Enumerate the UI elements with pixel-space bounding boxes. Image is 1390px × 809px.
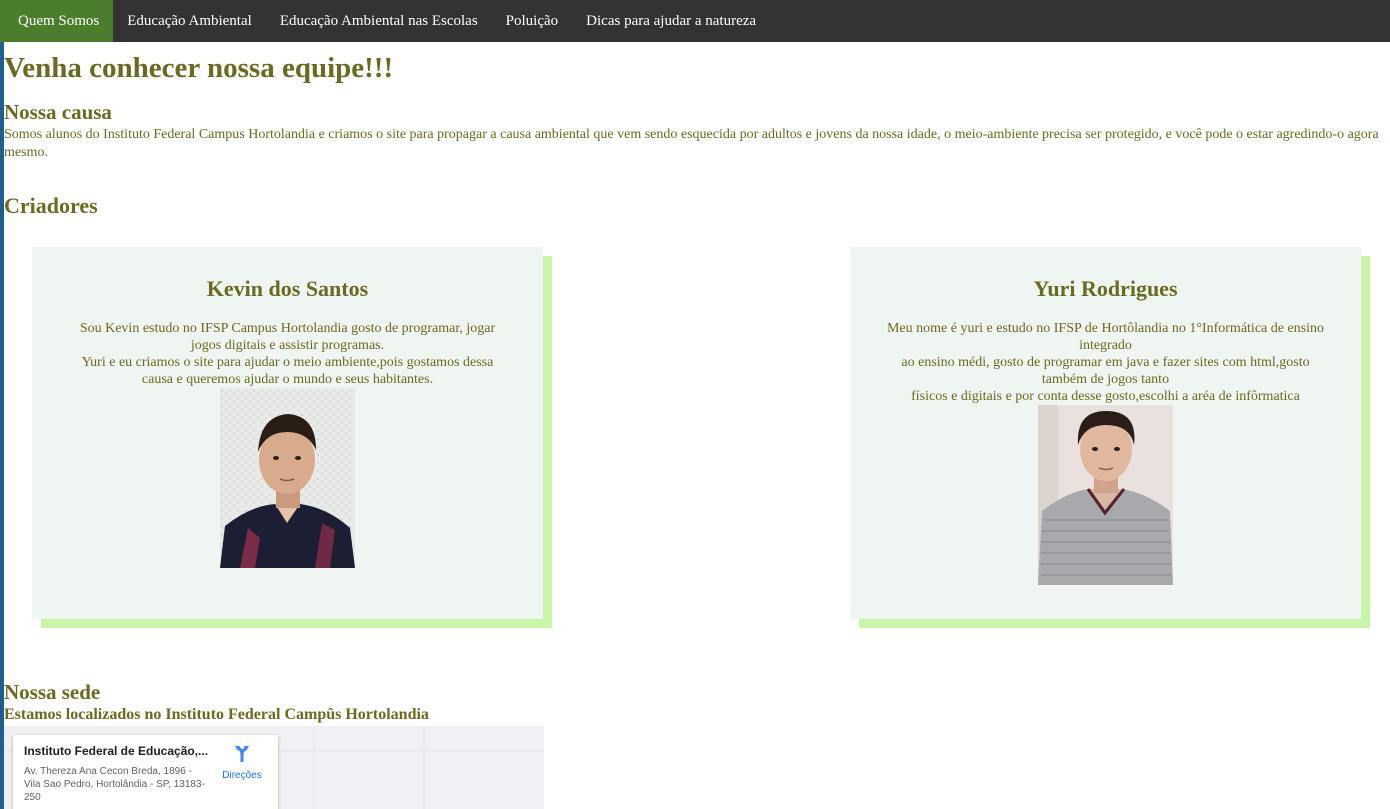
- map-place-card: Instituto Federal de Educação,... Av. Th…: [13, 735, 278, 809]
- nav-item-poluicao[interactable]: Poluição: [492, 0, 573, 42]
- creator-name: Yuri Rodrigues: [1033, 276, 1178, 301]
- nav-item-dicas[interactable]: Dicas para ajudar a natureza: [572, 0, 770, 42]
- sede-subtitle: Estamos localizados no Instituto Federal…: [4, 706, 429, 723]
- creator-photo-yuri: [1038, 405, 1173, 585]
- creator-bio-line: Yuri e eu criamos o site para ajudar o m…: [81, 355, 494, 387]
- embedded-map[interactable]: Instituto Federal de Educação,... Av. Th…: [4, 726, 544, 809]
- creator-bio-line: físicos e digitais e por conta desse gos…: [911, 389, 1300, 404]
- sede-heading: Nossa sede: [4, 680, 101, 704]
- creator-bio-line: Sou Kevin estudo no IFSP Campus Hortolan…: [79, 321, 496, 353]
- top-navbar: Quem Somos Educação Ambiental Educação A…: [0, 0, 1390, 42]
- cause-paragraph: Somos alunos do Instituto Federal Campus…: [4, 127, 1379, 160]
- creator-bio-line: Meu nome é yuri e estudo no IFSP de Hort…: [886, 321, 1325, 353]
- creator-name: Kevin dos Santos: [206, 276, 369, 301]
- creator-photo-kevin: [220, 388, 355, 568]
- nav-item-quem-somos[interactable]: Quem Somos: [0, 0, 114, 42]
- creators-heading: Criadores: [4, 193, 98, 218]
- nav-item-educacao-ambiental[interactable]: Educação Ambiental: [113, 0, 266, 42]
- creator-bio: Meu nome é yuri e estudo no IFSP de Hort…: [886, 320, 1326, 405]
- creator-bio: Sou Kevin estudo no IFSP Campus Hortolan…: [68, 320, 508, 388]
- directions-label: Direções: [222, 770, 262, 781]
- page-title: Venha conhecer nossa equipe!!!: [4, 52, 394, 84]
- creator-bio-line: ao ensino médi, gosto de programar em ja…: [901, 355, 1310, 387]
- creator-card-kevin: Kevin dos Santos Sou Kevin estudo no IFS…: [32, 247, 543, 619]
- map-place-name[interactable]: Instituto Federal de Educação,...: [24, 744, 214, 758]
- creator-card-yuri: Yuri Rodrigues Meu nome é yuri e estudo …: [850, 247, 1361, 619]
- cause-heading: Nossa causa: [4, 100, 112, 124]
- nav-item-educacao-ambiental-escolas[interactable]: Educação Ambiental nas Escolas: [266, 0, 492, 42]
- directions-icon: [235, 746, 249, 762]
- directions-button[interactable]: Direções: [212, 744, 272, 781]
- map-address: Av. Thereza Ana Cecon Breda, 1896 - Vila…: [24, 766, 205, 803]
